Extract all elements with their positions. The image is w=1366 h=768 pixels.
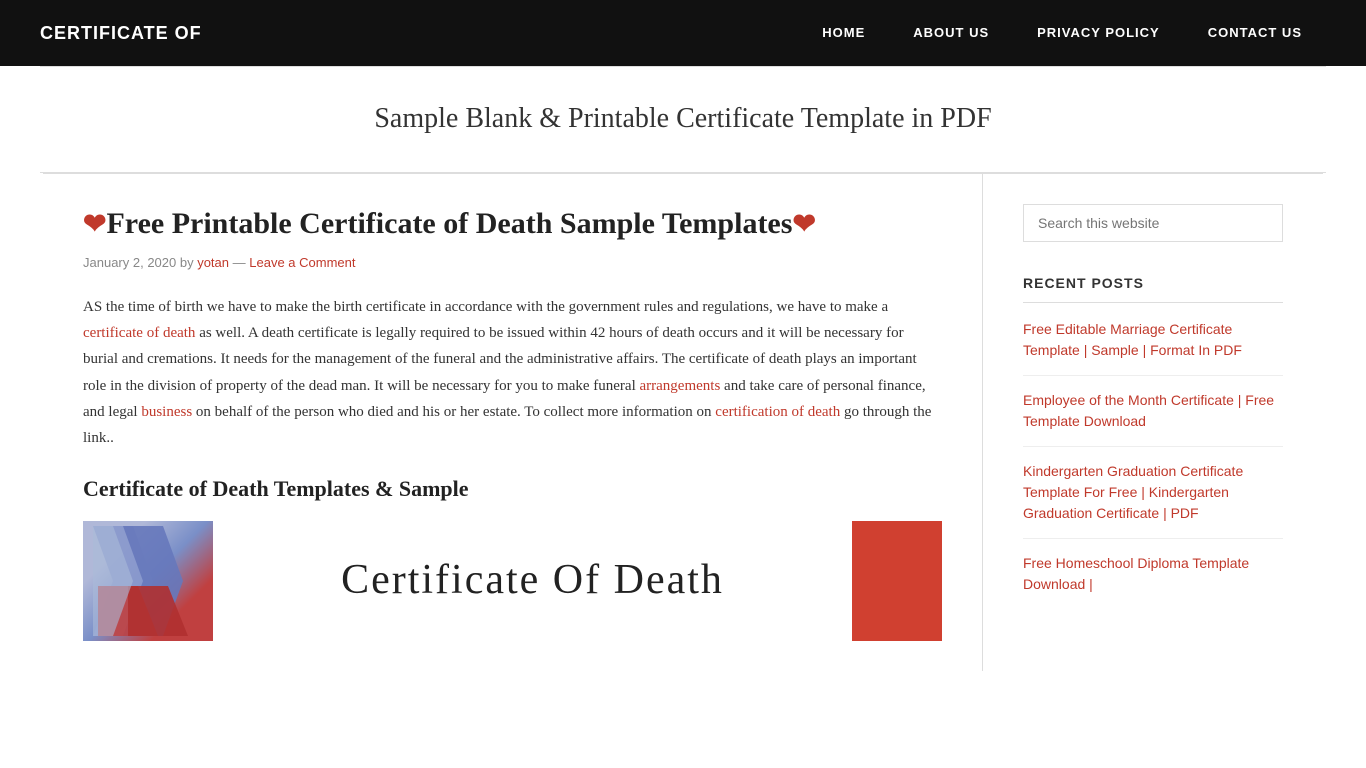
cert-of-death-link[interactable]: certificate of death: [83, 325, 195, 341]
recent-post-item: Employee of the Month Certificate | Free…: [1023, 390, 1283, 447]
site-title[interactable]: CERTIFICATE OF: [40, 19, 202, 48]
recent-post-item: Free Editable Marriage Certificate Templ…: [1023, 319, 1283, 376]
article-paragraph-1: AS the time of birth we have to make the…: [83, 294, 942, 452]
nav-contact[interactable]: CONTACT US: [1184, 0, 1326, 66]
recent-post-link-3[interactable]: Kindergarten Graduation Certificate Temp…: [1023, 461, 1283, 524]
meta-sep: —: [233, 255, 250, 270]
heart-icon-right: ❤: [792, 209, 815, 240]
article-body: AS the time of birth we have to make the…: [83, 294, 942, 641]
main-nav: HOME ABOUT US PRIVACY POLICY CONTACT US: [798, 0, 1326, 66]
content-wrapper: ❤Free Printable Certificate of Death Sam…: [43, 173, 1323, 671]
cert-right-graphic: [852, 521, 942, 641]
cert-image-area: Certificate Of Death: [83, 521, 942, 641]
site-header: CERTIFICATE OF HOME ABOUT US PRIVACY POL…: [0, 0, 1366, 66]
cert-left-graphic: [83, 521, 213, 641]
section-heading: Certificate of Death Templates & Sample: [83, 471, 942, 506]
recent-post-item: Kindergarten Graduation Certificate Temp…: [1023, 461, 1283, 539]
arrangements-link[interactable]: arrangements: [640, 378, 721, 394]
page-subtitle-bar: Sample Blank & Printable Certificate Tem…: [40, 66, 1326, 173]
recent-post-link-4[interactable]: Free Homeschool Diploma Template Downloa…: [1023, 553, 1283, 595]
nav-about[interactable]: ABOUT US: [889, 0, 1013, 66]
main-content: ❤Free Printable Certificate of Death Sam…: [83, 174, 983, 671]
business-link[interactable]: business: [141, 404, 192, 420]
cert-chevron-svg: [93, 526, 203, 636]
recent-posts-section: RECENT POSTS Free Editable Marriage Cert…: [1023, 272, 1283, 609]
recent-post-link-1[interactable]: Free Editable Marriage Certificate Templ…: [1023, 319, 1283, 361]
cert-center-area: Certificate Of Death: [213, 521, 852, 641]
certification-link[interactable]: certification of death: [715, 404, 840, 420]
recent-post-item: Free Homeschool Diploma Template Downloa…: [1023, 553, 1283, 609]
cert-center-text: Certificate Of Death: [341, 547, 724, 614]
nav-privacy[interactable]: PRIVACY POLICY: [1013, 0, 1184, 66]
article-title: ❤Free Printable Certificate of Death Sam…: [83, 204, 942, 243]
meta-author-link[interactable]: yotan: [197, 255, 229, 270]
cert-image-mock: Certificate Of Death: [83, 521, 942, 641]
meta-date: January 2, 2020: [83, 255, 176, 270]
heart-icon-left: ❤: [83, 209, 106, 240]
recent-posts-heading: RECENT POSTS: [1023, 272, 1283, 303]
nav-home[interactable]: HOME: [798, 0, 889, 66]
page-subtitle: Sample Blank & Printable Certificate Tem…: [60, 97, 1306, 142]
leave-comment-link[interactable]: Leave a Comment: [249, 255, 355, 270]
sidebar: RECENT POSTS Free Editable Marriage Cert…: [1023, 174, 1283, 671]
search-input[interactable]: [1023, 204, 1283, 242]
search-box-container: [1023, 204, 1283, 242]
recent-post-link-2[interactable]: Employee of the Month Certificate | Free…: [1023, 390, 1283, 432]
meta-by: by: [180, 255, 197, 270]
article-meta: January 2, 2020 by yotan — Leave a Comme…: [83, 253, 942, 274]
